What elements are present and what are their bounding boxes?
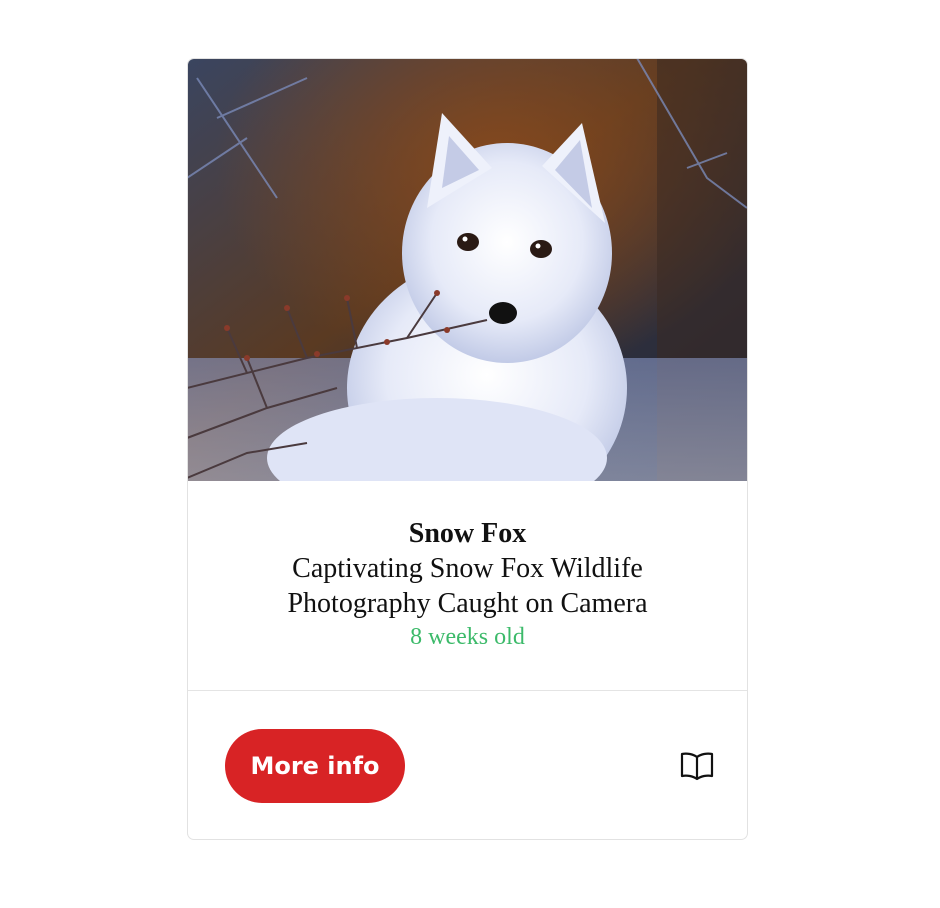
open-book-icon[interactable] — [680, 751, 714, 781]
card-subtitle: Captivating Snow Fox Wildlife Photograph… — [287, 553, 648, 619]
card-footer: More info — [188, 691, 747, 839]
card-title: Snow Fox — [408, 518, 527, 549]
snow-fox-photo — [188, 59, 747, 481]
card-content: Snow Fox Captivating Snow Fox Wildlife P… — [188, 481, 747, 691]
age-text: 8 weeks old — [410, 624, 525, 650]
animal-card: Snow Fox Captivating Snow Fox Wildlife P… — [187, 58, 748, 840]
more-info-button[interactable]: More info — [225, 729, 405, 803]
